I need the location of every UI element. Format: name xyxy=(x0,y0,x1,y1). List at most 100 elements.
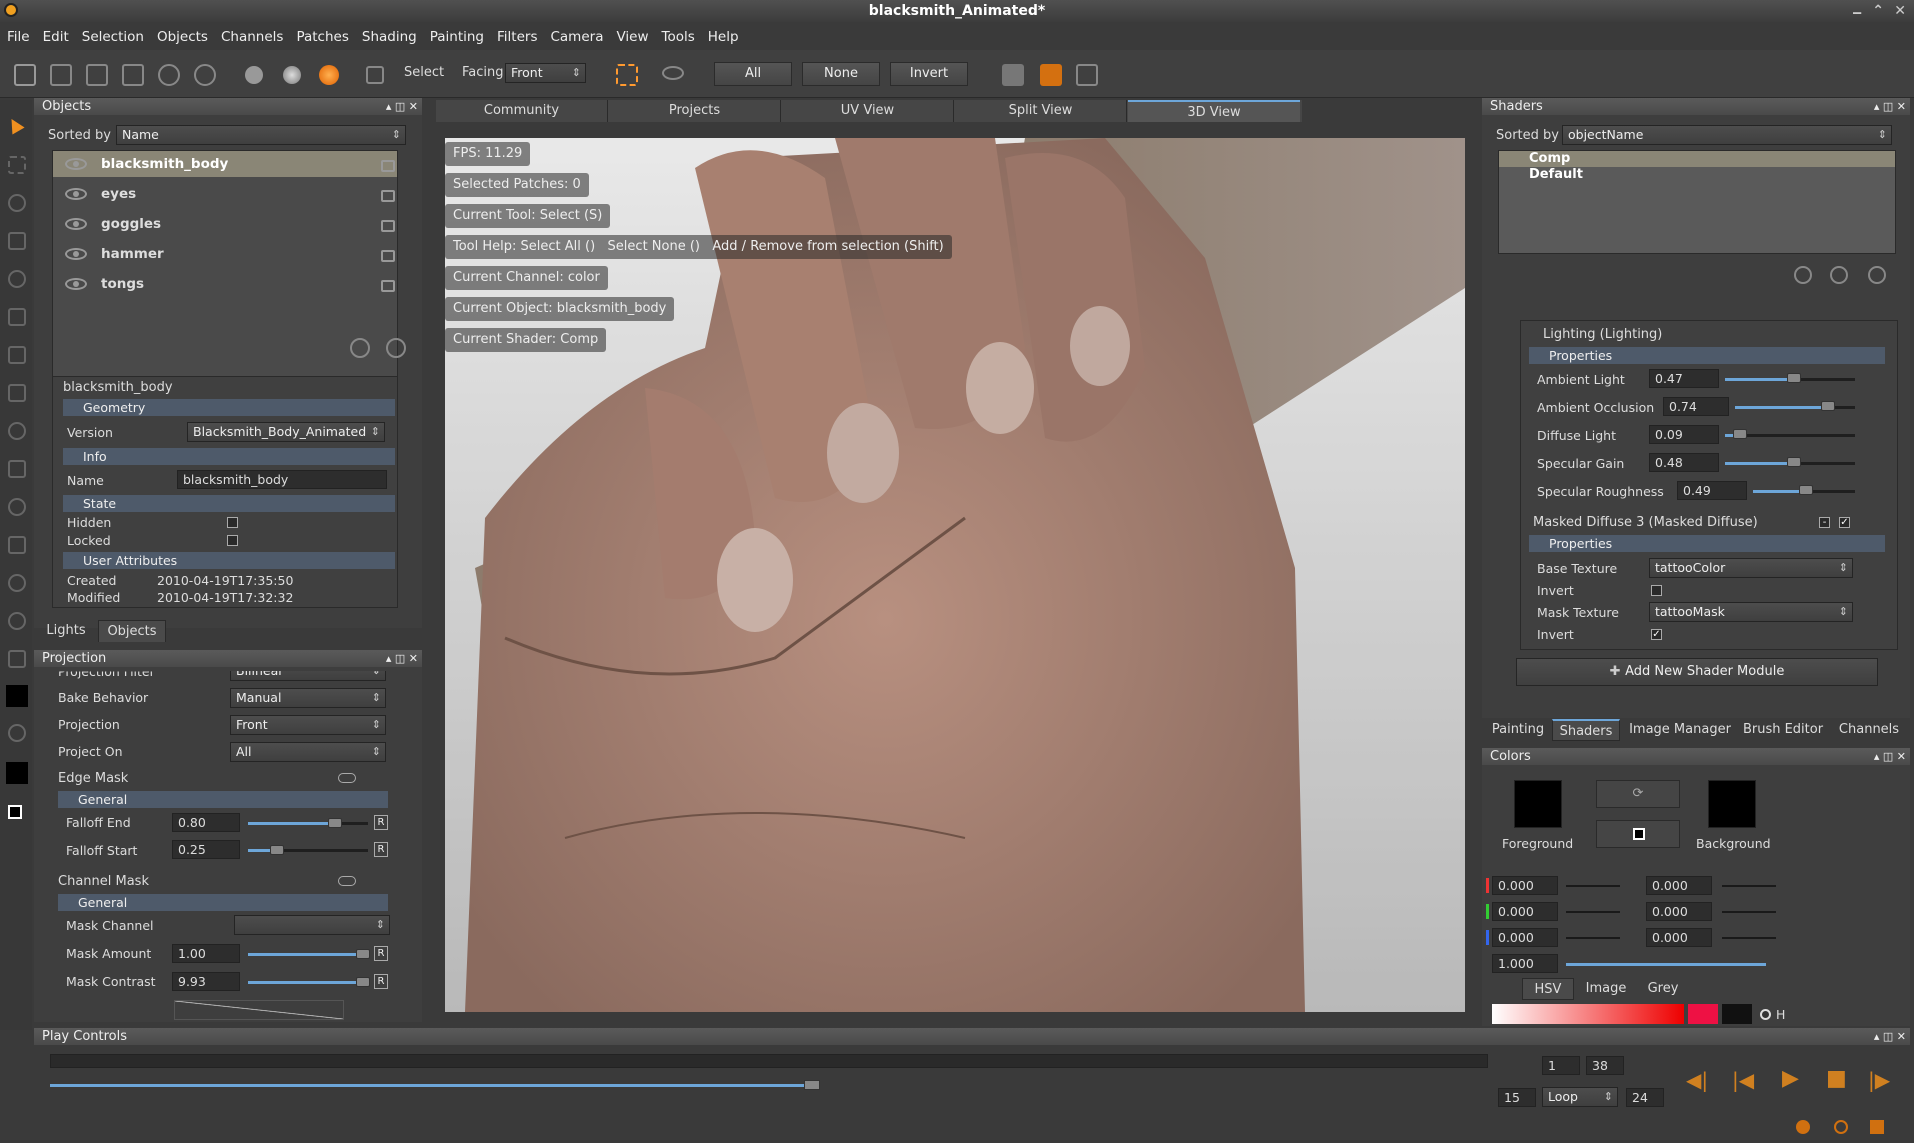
ambient-light-slider[interactable] xyxy=(1725,378,1795,381)
right-slider-2[interactable] xyxy=(1722,937,1776,939)
falloff-end-field[interactable]: 0.80 xyxy=(172,813,240,832)
mask-amount-reset-button[interactable]: R xyxy=(374,946,388,961)
contrast-curve-graph[interactable] xyxy=(174,1000,344,1020)
bg-swatch-icon[interactable] xyxy=(6,762,28,784)
timeline-track[interactable] xyxy=(50,1054,1488,1068)
user-attributes-section[interactable]: User Attributes xyxy=(63,552,395,569)
tab-projects[interactable]: Projects xyxy=(609,100,781,122)
state-section[interactable]: State xyxy=(63,495,395,512)
edge-mask-toggle-icon[interactable] xyxy=(338,773,356,783)
channel-mask-general-section[interactable]: General xyxy=(58,894,388,911)
menu-file[interactable]: File xyxy=(0,25,36,49)
grid-tool-icon[interactable] xyxy=(8,308,26,326)
sphere-flat-icon[interactable] xyxy=(245,66,263,84)
invert2-checkbox[interactable]: ✓ xyxy=(1651,629,1662,640)
lock-icon[interactable] xyxy=(381,220,395,232)
burn-tool-icon[interactable] xyxy=(8,612,26,630)
ambient-light-knob[interactable] xyxy=(1787,373,1801,383)
tab-uv-view[interactable]: UV View xyxy=(782,100,954,122)
falloff-start-knob[interactable] xyxy=(270,845,284,855)
edge-mask-label[interactable]: Edge Mask xyxy=(58,771,128,786)
alpha-value[interactable]: 1.000 xyxy=(1492,954,1558,973)
select-all-button[interactable]: All xyxy=(714,62,792,86)
mask-amount-field[interactable]: 1.00 xyxy=(172,944,240,963)
mask-texture-dropdown[interactable]: tattooMask xyxy=(1649,602,1853,622)
specular-gain-field[interactable]: 0.48 xyxy=(1649,453,1719,472)
tab-hsv[interactable]: HSV xyxy=(1522,978,1574,1000)
remove-object-icon[interactable] xyxy=(386,338,406,358)
duplicate-shader-icon[interactable] xyxy=(1830,266,1848,284)
visibility-eye-icon[interactable] xyxy=(65,158,87,170)
tab-image-manager[interactable]: Image Manager xyxy=(1628,719,1732,741)
masked-diffuse-module-label[interactable]: Masked Diffuse 3 (Masked Diffuse) xyxy=(1533,515,1758,530)
save-icon[interactable] xyxy=(122,64,144,86)
timeline-knob[interactable] xyxy=(804,1080,821,1090)
specular-gain-knob[interactable] xyxy=(1787,457,1801,467)
tab-community[interactable]: Community xyxy=(436,100,608,122)
menu-channels[interactable]: Channels xyxy=(214,25,289,49)
add-shader-icon[interactable] xyxy=(1794,266,1812,284)
left-value-2[interactable]: 0.000 xyxy=(1492,928,1558,947)
visibility-eye-icon[interactable] xyxy=(65,248,87,260)
masked-diffuse-enabled-checkbox[interactable]: ✓ xyxy=(1839,517,1850,528)
menu-help[interactable]: Help xyxy=(701,25,745,49)
shaders-sort-dropdown[interactable]: objectName xyxy=(1562,125,1892,145)
stop-icon[interactable]: ■ xyxy=(1826,1066,1847,1091)
ambient-light-field[interactable]: 0.47 xyxy=(1649,369,1719,388)
diffuse-light-field[interactable]: 0.09 xyxy=(1649,425,1719,444)
edge-mask-general-section[interactable]: General xyxy=(58,791,388,808)
play-icon[interactable]: ▶ xyxy=(1782,1066,1799,1091)
mask-channel-dropdown[interactable] xyxy=(234,915,390,935)
right-slider-1[interactable] xyxy=(1722,911,1776,913)
right-value-1[interactable]: 0.000 xyxy=(1646,902,1712,921)
object-row-hammer[interactable]: hammer xyxy=(53,241,397,267)
hand-tool-icon[interactable] xyxy=(8,194,26,212)
reset-colors-button[interactable] xyxy=(1596,820,1680,848)
tab-lights[interactable]: Lights xyxy=(38,620,94,642)
loop-mode-dropdown[interactable]: Loop xyxy=(1542,1087,1618,1107)
undo-icon[interactable] xyxy=(158,64,180,86)
import-icon[interactable] xyxy=(86,64,108,86)
object-row-goggles[interactable]: goggles xyxy=(53,211,397,237)
base-texture-dropdown[interactable]: tattooColor xyxy=(1649,558,1853,578)
falloff-end-reset-button[interactable]: R xyxy=(374,815,388,830)
select-tool-icon[interactable] xyxy=(5,115,25,135)
uv-icon[interactable] xyxy=(1076,64,1098,86)
rect-select-icon[interactable] xyxy=(616,64,638,86)
facing-dropdown[interactable]: Front xyxy=(505,63,586,83)
ambient-occlusion-field[interactable]: 0.74 xyxy=(1663,397,1729,416)
minimize-icon[interactable]: ‒ xyxy=(1852,2,1862,24)
radio-h-icon[interactable] xyxy=(1760,1009,1771,1020)
tab-3d-view[interactable]: 3D View xyxy=(1128,100,1300,122)
object-row-eyes[interactable]: eyes xyxy=(53,181,397,207)
wireframe-icon[interactable] xyxy=(366,66,384,84)
ambient-occlusion-slider[interactable] xyxy=(1735,406,1829,409)
mask-contrast-knob[interactable] xyxy=(356,977,370,987)
eraser-tool-icon[interactable] xyxy=(8,460,26,478)
viewport-3d[interactable]: FPS: 11.29 Selected Patches: 0 Current T… xyxy=(445,138,1465,1012)
left-slider-1[interactable] xyxy=(1566,911,1620,913)
mask-contrast-slider[interactable] xyxy=(248,981,368,984)
specular-roughness-field[interactable]: 0.49 xyxy=(1677,481,1747,500)
left-slider-2[interactable] xyxy=(1566,937,1620,939)
geometry-section[interactable]: Geometry xyxy=(63,399,395,416)
alpha-slider[interactable] xyxy=(1566,963,1766,966)
end-frame-field[interactable]: 38 xyxy=(1586,1056,1624,1075)
redo-icon[interactable] xyxy=(194,64,216,86)
timeline-progress[interactable] xyxy=(50,1084,813,1087)
falloff-start-field[interactable]: 0.25 xyxy=(172,840,240,859)
visibility-eye-icon[interactable] xyxy=(65,188,87,200)
menu-view[interactable]: View xyxy=(609,25,654,49)
clone-tool-icon[interactable] xyxy=(8,422,26,440)
lasso-select-icon[interactable] xyxy=(662,66,684,80)
menu-tools[interactable]: Tools xyxy=(655,25,701,49)
projection-dropdown[interactable]: Front xyxy=(230,715,386,735)
shader-item-default[interactable]: Default xyxy=(1499,167,1895,183)
fps-field[interactable]: 24 xyxy=(1626,1088,1664,1107)
swap-icon[interactable] xyxy=(8,724,26,742)
lock-icon[interactable] xyxy=(381,190,395,202)
go-to-start-icon[interactable]: |◀ xyxy=(1732,1068,1754,1092)
remove-shader-icon[interactable] xyxy=(1868,266,1886,284)
sphere-lit-icon[interactable] xyxy=(283,66,301,84)
locked-checkbox[interactable] xyxy=(227,535,238,546)
